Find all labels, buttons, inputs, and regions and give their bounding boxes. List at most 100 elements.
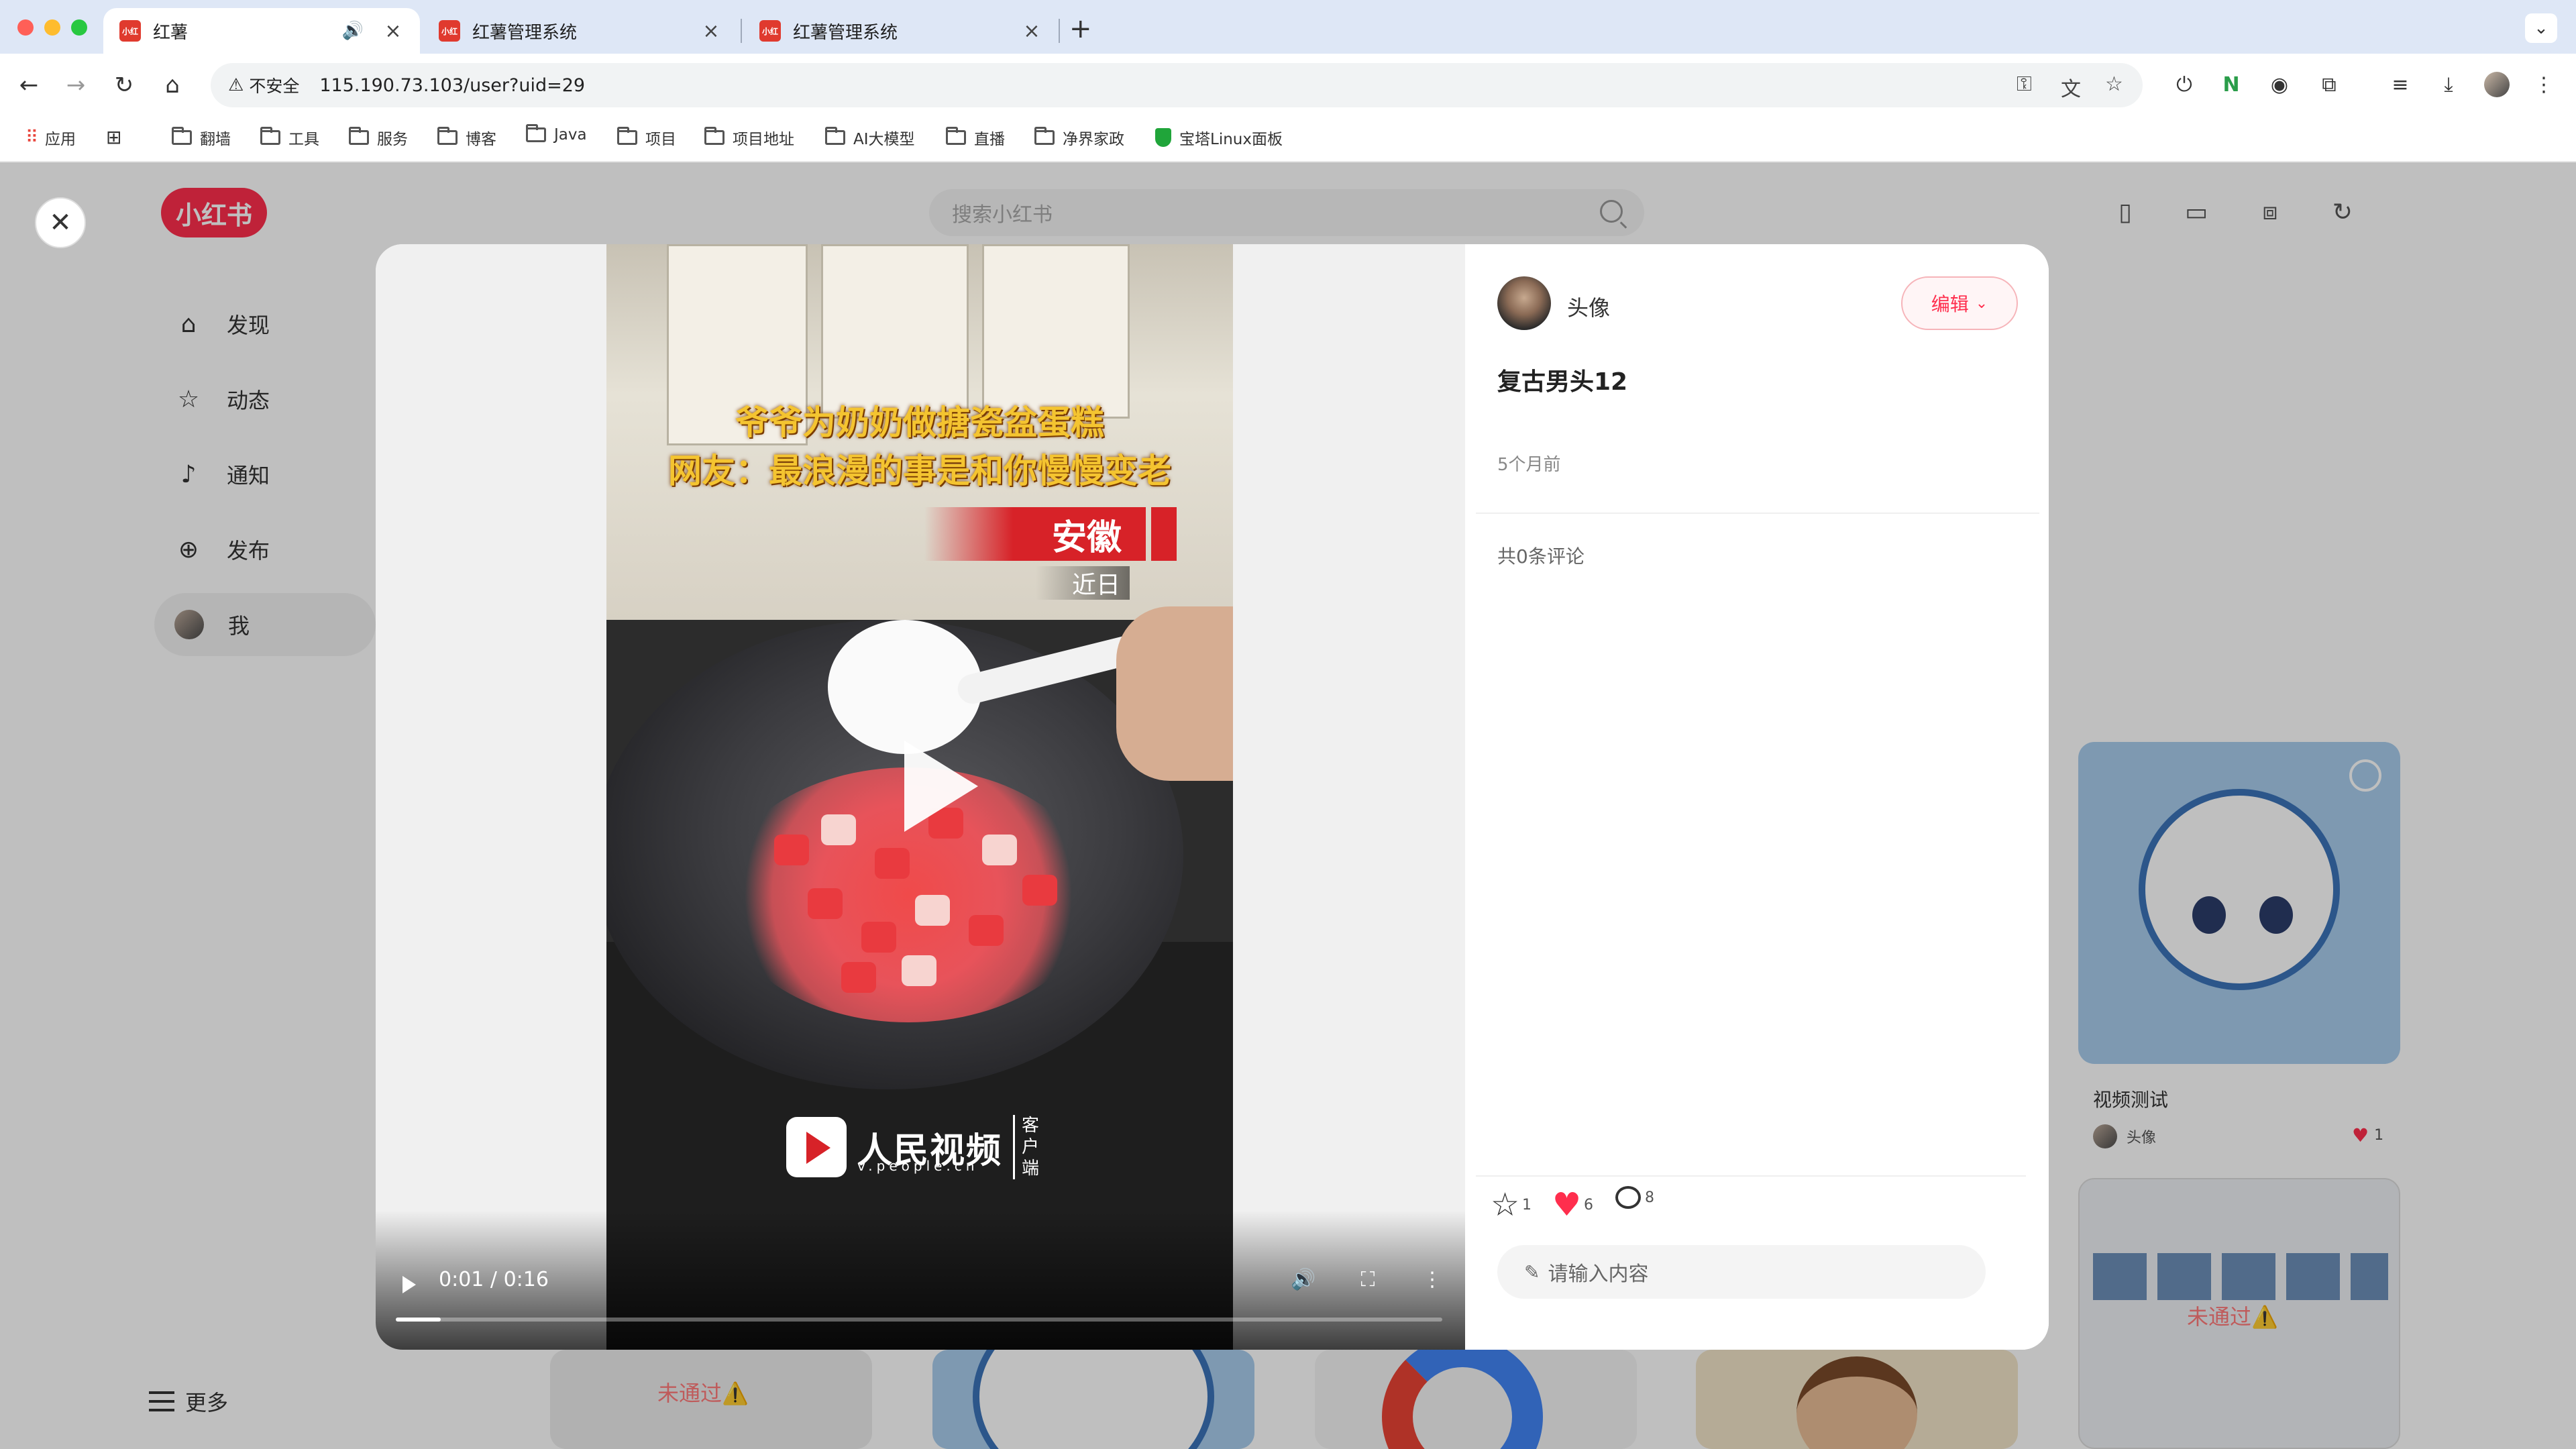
tab-admin-1[interactable]: 小红 红薯管理系统 × xyxy=(423,8,738,54)
address-bar[interactable]: ⚠ 不安全 115.190.73.103/user?uid=29 xyxy=(211,63,2143,107)
security-label: 不安全 xyxy=(249,76,300,96)
like-button[interactable]: ♥ 6 xyxy=(1552,1186,1593,1224)
strawberry-piece xyxy=(841,962,876,993)
close-icon[interactable]: × xyxy=(382,19,404,43)
security-indicator[interactable]: ⚠ 不安全 xyxy=(228,73,299,97)
tab-groups-icon[interactable]: ⊞ xyxy=(106,126,121,148)
time-current: 0:01 xyxy=(439,1268,484,1291)
video-date-tag: 近日 xyxy=(1036,566,1130,600)
more-options-icon[interactable]: ⋮ xyxy=(1415,1263,1449,1296)
video-wall-tile xyxy=(821,244,969,419)
bookmark-folder[interactable]: Java xyxy=(526,124,587,144)
comment-bubble-icon xyxy=(1615,1186,1641,1209)
warning-icon: ⚠ xyxy=(228,75,244,95)
tab-separator xyxy=(1059,19,1060,43)
media-control-icon[interactable]: ≡ xyxy=(2387,71,2414,98)
bookmark-folder[interactable]: 服务 xyxy=(349,126,408,149)
forward-button[interactable]: → xyxy=(60,70,91,101)
bookmark-baota[interactable]: 宝塔Linux面板 xyxy=(1155,126,1283,149)
folder-icon xyxy=(704,127,724,145)
comment-placeholder: 请输入内容 xyxy=(1548,1263,1649,1286)
strawberry-piece xyxy=(861,922,896,953)
apps-grid-icon: ⠿ xyxy=(25,127,39,148)
window-zoom-button[interactable] xyxy=(71,19,87,36)
strawberry-piece xyxy=(969,915,1004,946)
bookmark-label: 项目 xyxy=(645,131,676,148)
bookmark-label: Java xyxy=(554,126,587,144)
bookmark-folder[interactable]: 翻墙 xyxy=(172,126,231,149)
bookmark-label: AI大模型 xyxy=(853,131,915,148)
strawberry-piece xyxy=(982,835,1017,865)
comment-input[interactable]: ✎ 请输入内容 xyxy=(1497,1245,1986,1299)
window-minimize-button[interactable] xyxy=(44,19,60,36)
extensions-puzzle-icon[interactable]: ⧉ xyxy=(2316,71,2343,98)
bookmark-star-icon[interactable]: ☆ xyxy=(2105,72,2123,96)
power-icon[interactable]: ⏻ xyxy=(2171,71,2198,98)
notion-extension-icon[interactable]: N xyxy=(2218,71,2245,98)
collect-button[interactable]: ☆ 1 xyxy=(1491,1186,1532,1224)
new-tab-button[interactable]: + xyxy=(1069,13,1092,44)
play-icon[interactable] xyxy=(904,741,978,832)
folder-icon xyxy=(526,124,546,142)
bookmark-folder[interactable]: 博客 xyxy=(437,126,496,149)
bookmark-label: 项目地址 xyxy=(733,131,794,148)
bookmark-folder[interactable]: AI大模型 xyxy=(825,126,915,149)
bookmark-folder[interactable]: 直播 xyxy=(946,126,1005,149)
close-icon[interactable]: × xyxy=(1021,19,1042,43)
strawberry-piece xyxy=(808,888,843,919)
strawberry-piece xyxy=(875,848,910,879)
bookmark-folder[interactable]: 工具 xyxy=(260,126,319,149)
bookmark-label: 博客 xyxy=(466,131,496,148)
star-icon: ☆ xyxy=(1491,1186,1520,1224)
comment-button[interactable]: 8 xyxy=(1615,1186,1654,1209)
download-icon[interactable]: ⤓ xyxy=(2435,71,2462,98)
extension-globe-icon[interactable]: ◉ xyxy=(2266,71,2293,98)
note-time: 5个月前 xyxy=(1497,455,1561,475)
tab-title: 红薯 xyxy=(153,22,189,43)
speaker-icon[interactable]: 🔊 xyxy=(342,21,364,41)
home-button[interactable]: ⌂ xyxy=(157,70,188,101)
window-close-button[interactable] xyxy=(17,19,34,36)
tab-search-button[interactable]: ⌄ xyxy=(2525,13,2557,43)
bookmark-label: 服务 xyxy=(377,131,408,148)
video-location-flag xyxy=(1151,507,1177,561)
volume-icon[interactable]: 🔊 xyxy=(1287,1263,1320,1296)
video-location-tag: 安徽 xyxy=(924,507,1146,561)
url-text[interactable]: 115.190.73.103/user?uid=29 xyxy=(319,75,585,96)
video-wall-tile xyxy=(982,244,1130,419)
profile-avatar[interactable] xyxy=(2483,71,2510,98)
bookmark-label: 净界家政 xyxy=(1063,131,1124,148)
author-name[interactable]: 头像 xyxy=(1567,291,1610,322)
favicon-icon: 小红 xyxy=(119,20,141,42)
bookmark-folder[interactable]: 净界家政 xyxy=(1034,126,1124,149)
folder-icon xyxy=(437,127,458,145)
strawberry-piece xyxy=(821,814,856,845)
video-player[interactable]: 爷爷为奶奶做搪瓷盆蛋糕 网友：最浪漫的事是和你慢慢变老 安徽 近日 人民视频 v… xyxy=(376,244,1465,1350)
tab-admin-2[interactable]: 小红 红薯管理系统 × xyxy=(743,8,1059,54)
people-video-logo-icon xyxy=(786,1117,847,1177)
bookmark-folder[interactable]: 项目地址 xyxy=(704,126,794,149)
edit-button[interactable]: 编辑 ⌄ xyxy=(1901,276,2018,330)
tab-hongshu[interactable]: 小红 红薯 🔊 × xyxy=(103,8,420,54)
strawberry-piece xyxy=(915,895,950,926)
close-icon[interactable]: × xyxy=(700,19,722,43)
key-icon[interactable]: ⚿ xyxy=(2017,72,2032,96)
back-button[interactable]: ← xyxy=(13,70,44,101)
strawberry-piece xyxy=(1022,875,1057,906)
fullscreen-icon[interactable]: ⛶ xyxy=(1351,1263,1385,1296)
bookmark-apps[interactable]: ⠿ 应用 xyxy=(25,126,76,149)
bookmark-folder[interactable]: 项目 xyxy=(617,126,676,149)
bookmark-label: 直播 xyxy=(974,131,1005,148)
author-avatar[interactable] xyxy=(1497,276,1551,330)
translate-icon[interactable]: 文 xyxy=(2061,72,2081,102)
pencil-icon: ✎ xyxy=(1524,1260,1540,1283)
video-progress-bar[interactable] xyxy=(396,1318,1442,1322)
reload-button[interactable]: ↻ xyxy=(109,70,140,101)
browser-menu-icon[interactable]: ⋮ xyxy=(2530,71,2557,98)
close-modal-button[interactable]: ✕ xyxy=(35,197,86,248)
video-time: 0:01 / 0:16 xyxy=(439,1268,549,1291)
play-button[interactable] xyxy=(402,1276,416,1293)
heart-icon: ♥ xyxy=(1552,1186,1582,1224)
folder-icon xyxy=(1034,127,1055,145)
folder-icon xyxy=(260,127,280,145)
